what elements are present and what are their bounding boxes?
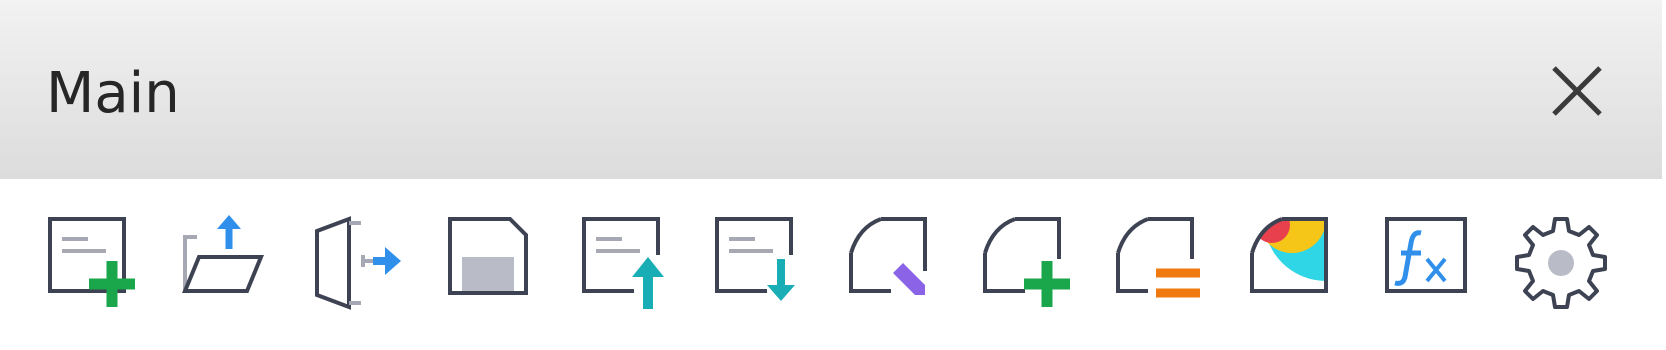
import-down-button[interactable] [711,215,807,311]
add-sheet-icon [983,217,1070,307]
window-title: Main [46,61,180,126]
exit-icon [315,216,401,310]
new-document-button[interactable] [44,215,140,311]
add-sheet-button[interactable] [979,215,1075,311]
document-download-icon [715,217,795,301]
close-icon[interactable] [1546,60,1608,122]
title-bar: Main [0,0,1666,179]
new-document-icon [48,217,135,307]
document-upload-icon [582,217,664,309]
open-folder-icon [182,215,264,293]
edit-sheet-icon [849,217,927,295]
save-button[interactable] [444,215,540,311]
formula-button[interactable] [1379,215,1475,311]
edit-sheet-button[interactable] [845,215,941,311]
equal-sheet-button[interactable] [1112,215,1208,311]
toolbar [0,179,1666,350]
equal-sheet-icon [1116,217,1200,298]
color-theme-button[interactable] [1246,215,1342,311]
settings-button[interactable] [1513,215,1609,311]
gear-icon [1515,217,1607,309]
save-icon [448,217,528,295]
open-folder-button[interactable] [177,215,273,311]
export-up-button[interactable] [578,215,674,311]
color-sheet-icon [1250,217,1328,293]
formula-fx-icon [1385,217,1467,293]
exit-button[interactable] [311,215,407,311]
